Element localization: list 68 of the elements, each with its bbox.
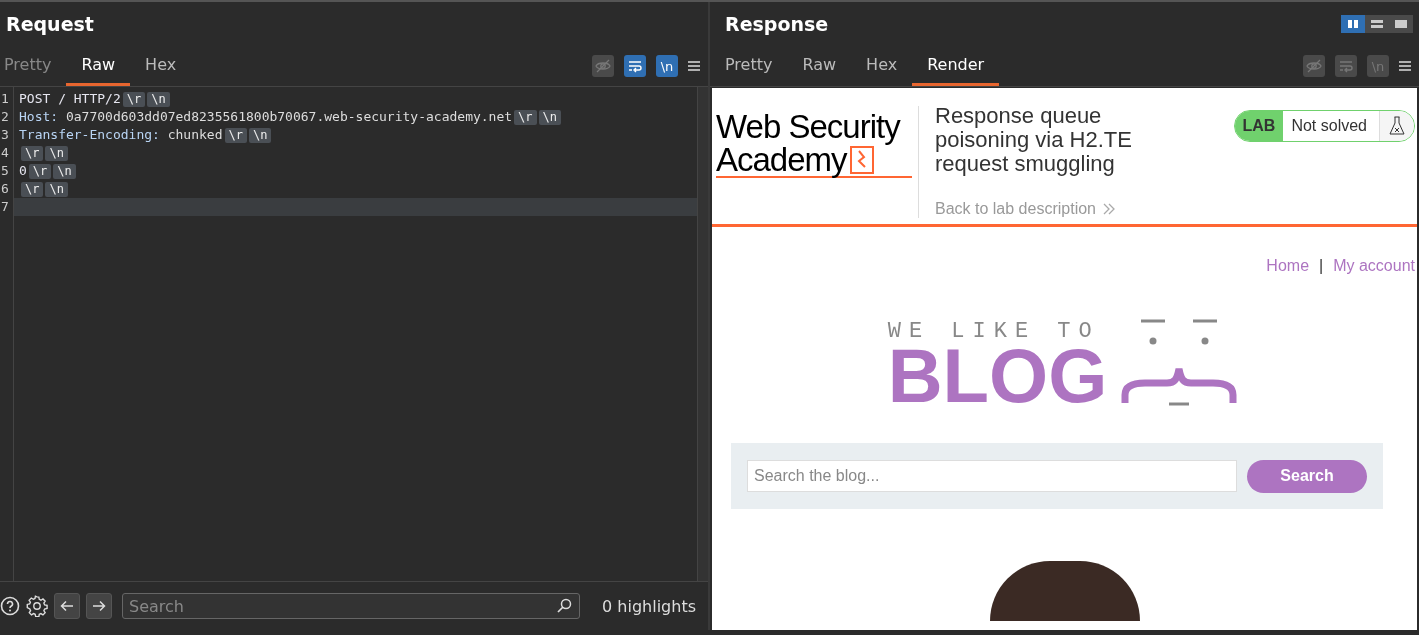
- flask-icon: [1379, 111, 1414, 141]
- left-arrow-icon: [60, 599, 74, 613]
- escape-badge: \r: [21, 145, 44, 161]
- single-panel-icon: [1394, 19, 1408, 29]
- layout-toggle[interactable]: [1389, 15, 1413, 33]
- hidden-eye-icon[interactable]: [592, 55, 614, 77]
- escape-badge: \n: [248, 127, 272, 143]
- menu-icon[interactable]: [688, 60, 700, 72]
- panel-title: Response: [724, 13, 829, 35]
- header-value: chunked: [166, 126, 223, 144]
- header-value: 0a7700d603dd07ed8235561800b70067.web-security-academy.net: [64, 108, 513, 126]
- forward-arrow-button[interactable]: [86, 593, 112, 619]
- back-arrow-button[interactable]: [54, 593, 80, 619]
- double-chevron-icon: [1102, 203, 1116, 215]
- line-number: 2: [0, 108, 10, 126]
- escape-badge: \r: [21, 181, 44, 197]
- blog-tagline: WE LIKE TO: [887, 321, 1101, 343]
- header-name: Transfer-Encoding:: [19, 126, 160, 144]
- search-button[interactable]: Search: [1247, 459, 1367, 493]
- newline-toggle[interactable]: \n: [656, 55, 678, 77]
- escape-badge: \n: [538, 109, 561, 125]
- blog-title: BLOG: [887, 343, 1108, 409]
- search-icon: [556, 598, 573, 614]
- panel-title: Request: [6, 13, 94, 35]
- academy-logo: Web Security Academy: [716, 106, 912, 178]
- wrap-lines-icon[interactable]: [624, 55, 646, 77]
- line-number: 5: [0, 162, 10, 180]
- nav-link[interactable]: My account: [1333, 257, 1415, 275]
- escape-badge: \r: [28, 163, 52, 179]
- editor-tab[interactable]: Pretty: [0, 46, 67, 86]
- escape-badge: \r: [122, 91, 146, 107]
- lab-title: Response queue poisoning via H2.TE request smuggling: [935, 104, 1133, 176]
- help-icon[interactable]: [0, 596, 20, 616]
- lab-status-widget: LAB Not solved: [1233, 110, 1415, 142]
- blog-search-field[interactable]: Search the blog...: [747, 460, 1237, 492]
- escape-badge: \n: [147, 91, 170, 107]
- line-number: 4: [0, 144, 10, 162]
- code-text: 0: [19, 162, 27, 180]
- editor-tab[interactable]: Raw: [787, 46, 852, 86]
- highlights-count: 0 highlights: [602, 596, 696, 616]
- nav-link[interactable]: Home: [1266, 257, 1310, 275]
- menu-icon[interactable]: [1399, 60, 1411, 72]
- scrollbar[interactable]: [697, 87, 708, 581]
- back-to-description-link[interactable]: Back to lab description: [935, 200, 1195, 218]
- line-number: 7: [0, 198, 10, 216]
- escape-badge: \r: [514, 109, 537, 125]
- escape-badge: \n: [45, 145, 68, 161]
- escape-badge: \n: [45, 181, 68, 197]
- editor-tab[interactable]: Hex: [130, 46, 192, 86]
- line-number: 3: [0, 126, 10, 144]
- columns-icon: [1346, 19, 1360, 29]
- editor-tab[interactable]: Pretty: [710, 46, 788, 86]
- layout-toggle[interactable]: [1365, 15, 1389, 33]
- settings-icon[interactable]: [26, 595, 48, 617]
- nav-separator: |: [1319, 257, 1324, 275]
- layout-toggle[interactable]: [1341, 15, 1365, 33]
- editor-tab[interactable]: Hex: [851, 46, 913, 86]
- header-name: Host:: [19, 108, 59, 126]
- editor-tab[interactable]: Raw: [66, 46, 131, 86]
- escape-badge: \n: [53, 163, 76, 179]
- code-text: POST / HTTP/2: [19, 90, 121, 108]
- line-number: 6: [0, 180, 10, 198]
- rows-icon: [1370, 19, 1384, 29]
- hidden-eye-icon[interactable]: [1303, 55, 1325, 77]
- search-field[interactable]: Search: [122, 593, 581, 619]
- right-arrow-icon: [92, 599, 106, 613]
- line-number: 1: [0, 90, 10, 108]
- escape-badge: \r: [224, 127, 247, 143]
